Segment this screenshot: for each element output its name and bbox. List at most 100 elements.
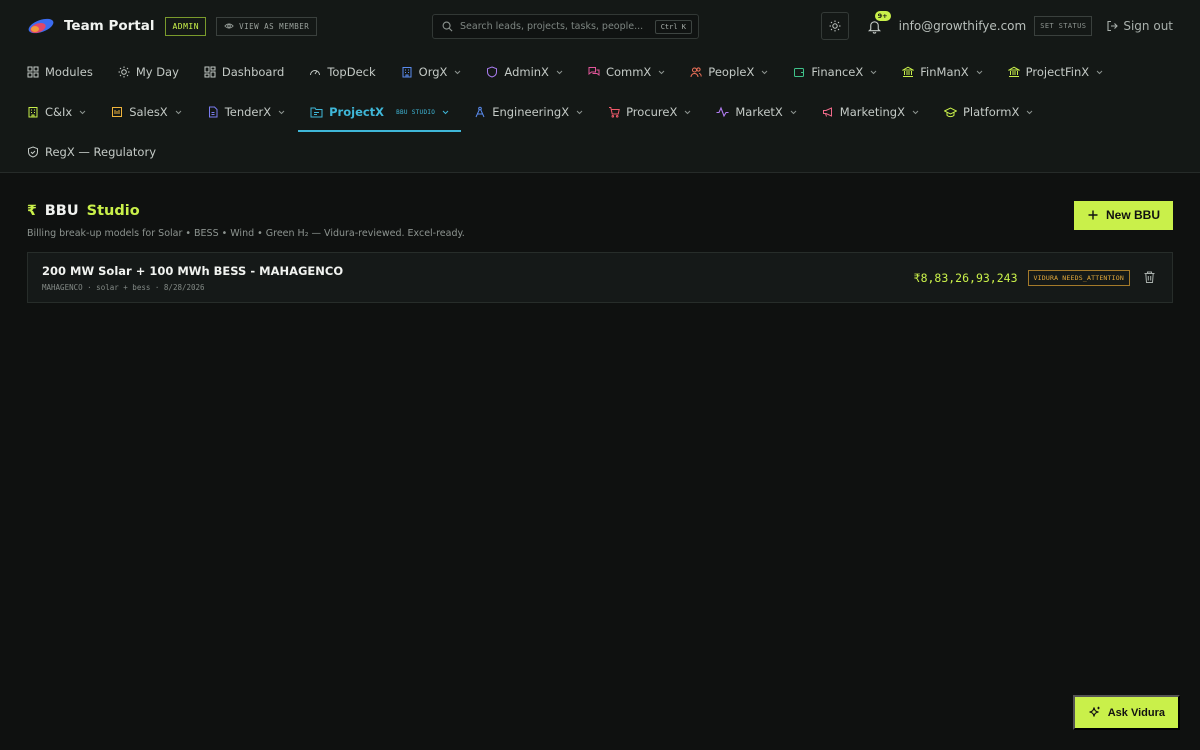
nav-label: MarketingX [839,105,905,119]
theme-toggle-button[interactable] [820,12,849,40]
chevron-down-icon [912,110,919,114]
page-subtitle: Billing break-up models for Solar • BESS… [27,228,465,239]
shield-check-icon [28,146,38,158]
nav-row-1: Modules My Day Dashboard TopDeck OrgX Ad… [27,52,1173,92]
chevron-down-icon [685,110,691,114]
bbu-item-title[interactable]: 200 MW Solar + 100 MWh BESS - MAHAGENCO [42,264,343,278]
nav-item-platformx[interactable]: PlatformX [944,92,1033,132]
nav-label: Modules [45,65,93,79]
sign-out-icon [1107,20,1119,32]
search-icon [442,21,453,32]
wallet-icon [794,68,805,77]
search-input[interactable]: Search leads, projects, tasks, people... [460,21,655,32]
chevron-down-icon [442,110,449,114]
nav-label: EngineeringX [492,105,570,119]
nav-label: C&Ix [45,105,73,119]
megaphone-icon [822,107,832,117]
notification-count-badge: 9+ [874,10,891,21]
nav-item-topdeck[interactable]: TopDeck [309,52,376,92]
nav-item-orgx[interactable]: OrgX [401,52,462,92]
admin-badge: ADMIN [165,16,207,36]
nav-item-salesx[interactable]: SalesX [111,92,182,132]
logo-icon[interactable] [27,17,55,35]
sign-out-button[interactable]: Sign out [1106,19,1173,33]
set-status-button[interactable]: SET STATUS [1034,16,1093,36]
rupee-icon: ₹ [27,203,37,219]
ask-vidura-button[interactable]: Ask Vidura [1072,695,1180,730]
people-icon [690,67,702,78]
building-icon [28,107,38,118]
nav-label: MarketX [735,105,783,119]
module-nav: Modules My Day Dashboard TopDeck OrgX Ad… [0,52,1200,172]
bbu-item-meta: MAHAGENCO · solar + bess · 8/28/2026 [42,282,205,292]
nav-item-financex[interactable]: FinanceX [793,52,877,92]
nav-item-commx[interactable]: CommX [588,52,665,92]
sun-icon [829,20,841,32]
chevron-down-icon [79,110,86,114]
chevron-down-icon [1096,70,1103,74]
header-actions: 9+ info@growthifye.com SET STATUS Sign o… [820,10,1173,40]
page-header: ₹ BBU Studio Billing break-up models for… [27,201,1173,239]
activity-icon [716,106,729,118]
nav-label: PeopleX [708,65,755,79]
nav-label: TenderX [224,105,272,119]
nav-item-my-day[interactable]: My Day [118,52,179,92]
nav-label: PlatformX [963,105,1020,119]
nav-row-2: C&Ix SalesX TenderX ProjectX BBU STUDIO [27,92,1173,132]
building-icon [402,67,412,78]
nav-label: OrgX [418,65,448,79]
notifications-button[interactable]: 9+ [867,10,891,34]
brand-name[interactable]: Team Portal [64,18,154,34]
vidura-status-badge: VIDURA NEEDS_ATTENTION [1027,269,1130,286]
bbu-list-item[interactable]: 200 MW Solar + 100 MWh BESS - MAHAGENCO … [27,252,1173,303]
nav-item-projectfinx[interactable]: ProjectFinX [1007,52,1104,92]
bbu-item-info: 200 MW Solar + 100 MWh BESS - MAHAGENCO … [42,264,343,292]
nav-item-cix[interactable]: C&Ix [27,92,86,132]
page-title-main: BBU [44,203,79,219]
chat-icon [588,67,600,76]
sign-out-label: Sign out [1123,19,1173,33]
nav-label: FinManX [920,65,969,79]
chevron-down-icon [1027,110,1033,114]
sun-icon [118,66,130,78]
view-as-member-button[interactable]: VIEW AS MEMBER [216,16,318,36]
chevron-down-icon [278,110,285,114]
page-title-accent: Studio [86,203,140,219]
nav-label: AdminX [504,65,549,79]
compass-icon [475,106,485,118]
sales-icon [112,107,123,117]
chevron-down-icon [455,70,461,74]
nav-label: My Day [135,65,179,79]
chevron-down-icon [762,70,768,74]
nav-label: RegX — Regulatory [45,145,156,159]
nav-label: TopDeck [327,65,376,79]
nav-row-3: RegX — Regulatory [27,132,1173,172]
nav-item-projectx[interactable]: ProjectX BBU STUDIO [298,92,462,132]
delete-button[interactable] [1144,268,1155,287]
main-content: ₹ BBU Studio Billing break-up models for… [0,173,1200,303]
nav-item-marketingx[interactable]: MarketingX [822,92,919,132]
nav-item-dashboard[interactable]: Dashboard [204,52,284,92]
user-email[interactable]: info@growthifye.com [899,19,1027,33]
nav-item-regx[interactable]: RegX — Regulatory [27,132,156,172]
chevron-down-icon [658,70,665,74]
search-box[interactable]: Search leads, projects, tasks, people...… [432,14,699,39]
nav-item-adminx[interactable]: AdminX [486,52,563,92]
nav-item-finmanx[interactable]: FinManX [902,52,983,92]
new-bbu-button[interactable]: New BBU [1073,201,1173,230]
search-shortcut: Ctrl K [654,19,692,34]
nav-item-tenderx[interactable]: TenderX [207,92,285,132]
nav-item-modules[interactable]: Modules [27,52,93,92]
chevron-down-icon [790,110,797,114]
trash-icon [1144,271,1155,283]
folder-icon [310,107,323,118]
nav-item-peoplex[interactable]: PeopleX [690,52,768,92]
nav-item-procurex[interactable]: ProcureX [608,92,691,132]
view-as-member-label: VIEW AS MEMBER [239,21,310,31]
chevron-down-icon [976,70,983,74]
nav-item-engineeringx[interactable]: EngineeringX [474,92,583,132]
document-icon [208,106,218,118]
nav-item-marketx[interactable]: MarketX [716,92,797,132]
new-bbu-label: New BBU [1105,208,1160,222]
page-title: ₹ BBU Studio [27,203,465,219]
